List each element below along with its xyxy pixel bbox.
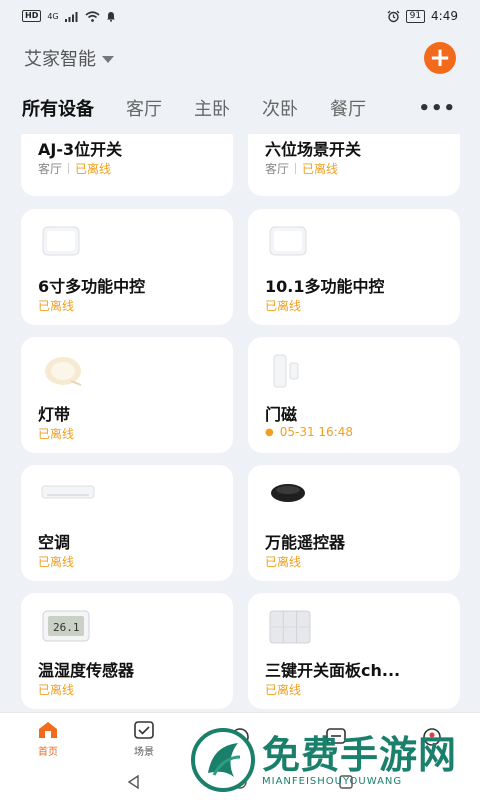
device-grid: AJ-3位开关 客厅 已离线 六位场景开关 客厅 已离线 6寸多功能中控 已离线… <box>0 134 480 710</box>
remote-control-icon <box>271 484 305 502</box>
divider <box>295 163 297 174</box>
device-name: 灯带 <box>38 405 71 424</box>
device-meta: 客厅 已离线 <box>38 160 111 177</box>
battery-level: 91 <box>405 9 426 23</box>
device-name: 10.1多功能中控 <box>265 277 385 296</box>
device-card[interactable]: 万能遥控器 已离线 <box>248 465 460 581</box>
tab-dining-room[interactable]: 餐厅 <box>330 95 366 121</box>
divider <box>68 163 70 174</box>
device-name: 空调 <box>38 533 71 552</box>
device-name: 6寸多功能中控 <box>38 277 146 296</box>
home-name: 艾家智能 <box>24 49 96 70</box>
device-status: 已离线 <box>265 299 302 313</box>
device-name: 三键开关面板ch... <box>265 661 401 680</box>
notification-bell-icon <box>106 11 115 22</box>
device-card[interactable]: 六位场景开关 客厅 已离线 <box>248 134 460 196</box>
device-room: 客厅 <box>38 162 63 176</box>
device-card[interactable]: 26.1 温湿度传感器 已离线 <box>21 593 233 709</box>
device-last-event: 05-31 16:48 <box>279 425 353 439</box>
device-meta: 已离线 <box>265 553 301 570</box>
alert-bell-icon: ● <box>265 426 274 438</box>
chevron-down-icon <box>102 55 114 63</box>
status-left: HD 4G <box>22 10 116 22</box>
watermark-text: 免费手游网 MIANFEISHOUYOUWANG <box>262 734 457 787</box>
watermark-logo-icon <box>191 728 255 792</box>
nav-scene[interactable]: 场景 <box>104 720 184 758</box>
room-tabs: 所有设备 客厅 主卧 次卧 餐厅 ••• <box>0 88 480 128</box>
tab-fade: ••• <box>410 88 480 128</box>
device-name: 门磁 <box>265 405 298 424</box>
device-status: 已离线 <box>75 162 112 176</box>
light-strip-icon <box>45 357 82 386</box>
device-room: 客厅 <box>265 162 290 176</box>
wifi-icon <box>85 10 100 22</box>
device-meta: 已离线 <box>38 425 74 442</box>
device-meta: 已离线 <box>38 297 74 314</box>
switch-panel-icon <box>269 610 311 644</box>
status-right: 91 4:49 <box>387 9 458 23</box>
device-status: 已离线 <box>38 299 75 313</box>
device-status: 已离线 <box>265 555 302 569</box>
home-selector[interactable]: 艾家智能 <box>24 45 114 71</box>
tab-second-bedroom[interactable]: 次卧 <box>262 95 298 121</box>
alarm-icon <box>387 10 400 22</box>
tab-all-devices[interactable]: 所有设备 <box>22 95 94 121</box>
watermark-subtitle: MIANFEISHOUYOUWANG <box>262 775 403 787</box>
watermark-title: 免费手游网 <box>262 732 458 777</box>
device-status: 已离线 <box>265 683 302 697</box>
device-meta: 已离线 <box>38 681 74 698</box>
device-name: AJ-3位开关 <box>38 140 123 159</box>
device-card[interactable]: AJ-3位开关 客厅 已离线 <box>21 134 233 196</box>
nav-home[interactable]: 首页 <box>8 720 88 758</box>
more-icon[interactable]: ••• <box>418 98 456 119</box>
control-panel-icon <box>269 226 307 256</box>
device-meta: 已离线 <box>265 297 301 314</box>
device-status: 已离线 <box>38 427 75 441</box>
scene-icon <box>134 720 154 739</box>
back-icon[interactable] <box>126 774 142 790</box>
add-device-button[interactable]: + <box>424 42 456 74</box>
device-status: 已离线 <box>38 683 75 697</box>
device-meta: 已离线 <box>38 553 74 570</box>
device-name: 六位场景开关 <box>265 140 362 159</box>
door-sensor-icon <box>273 354 299 388</box>
tab-master-bedroom[interactable]: 主卧 <box>194 95 230 121</box>
svg-text:26.1: 26.1 <box>53 621 80 634</box>
control-panel-icon <box>42 226 80 256</box>
device-card[interactable]: 6寸多功能中控 已离线 <box>21 209 233 325</box>
nav-scene-label: 场景 <box>134 746 154 758</box>
watermark: 免费手游网 MIANFEISHOUYOUWANG <box>190 720 480 800</box>
tab-living-room[interactable]: 客厅 <box>126 95 162 121</box>
signal-icon <box>64 11 78 22</box>
header: 艾家智能 + <box>0 38 480 78</box>
device-status: 已离线 <box>38 555 75 569</box>
device-status: 已离线 <box>302 162 339 176</box>
device-card[interactable]: 灯带 已离线 <box>21 337 233 453</box>
hd-badge: HD <box>22 10 42 22</box>
thermometer-icon: 26.1 <box>42 610 90 642</box>
device-name: 温湿度传感器 <box>38 661 135 680</box>
device-meta: 客厅 已离线 <box>265 160 338 177</box>
nav-home-label: 首页 <box>38 746 58 758</box>
device-card[interactable]: 门磁 ● 05-31 16:48 <box>248 337 460 453</box>
device-meta: 已离线 <box>265 681 301 698</box>
network-label: 4G <box>47 11 59 21</box>
air-conditioner-icon <box>41 485 95 499</box>
device-card[interactable]: 空调 已离线 <box>21 465 233 581</box>
device-card[interactable]: 10.1多功能中控 已离线 <box>248 209 460 325</box>
status-bar: HD 4G 91 4:49 <box>0 0 480 32</box>
device-card[interactable]: 三键开关面板ch... 已离线 <box>248 593 460 709</box>
clock: 4:49 <box>431 9 458 23</box>
device-meta: ● 05-31 16:48 <box>265 425 353 439</box>
plus-icon: + <box>429 43 451 73</box>
home-icon <box>39 721 57 738</box>
device-name: 万能遥控器 <box>265 533 346 552</box>
